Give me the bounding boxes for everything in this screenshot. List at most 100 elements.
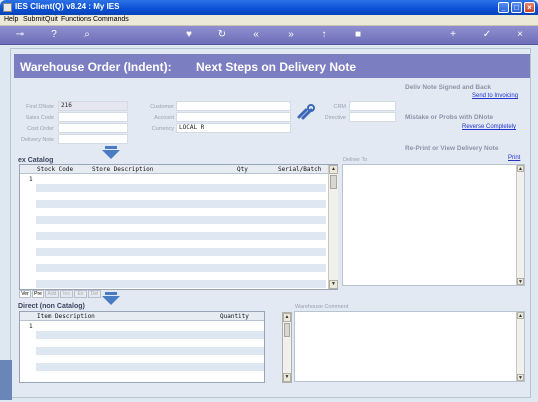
close-window-button[interactable]: × (524, 2, 535, 13)
page-banner: Warehouse Order (Indent): Next Steps on … (14, 54, 530, 78)
direct-scrollbar[interactable]: ▲ ▼ (282, 312, 292, 383)
row-number: 1 (29, 323, 33, 330)
tab-ex[interactable]: Ex (74, 290, 87, 298)
sales-code-field[interactable] (58, 112, 128, 122)
stop-icon[interactable]: ■ (351, 29, 365, 41)
tab-del[interactable]: Del (88, 290, 101, 298)
table-row[interactable] (36, 331, 264, 339)
tab-ins[interactable]: Ins (60, 290, 73, 298)
col-store-description: Store Description (92, 166, 154, 173)
col-serial-batch: Serial/Batch (278, 166, 322, 173)
maximize-button[interactable]: □ (511, 2, 522, 13)
tab-pre[interactable]: Pre (32, 290, 44, 298)
warehouse-comment-label: Warehouse Comment (295, 304, 349, 310)
table-row[interactable] (36, 264, 326, 272)
tab-add[interactable]: Add (45, 290, 59, 298)
scroll-thumb[interactable] (284, 323, 290, 337)
scroll-up-button[interactable]: ▲ (517, 312, 524, 319)
deliver-to-label: Deliver To (343, 157, 368, 163)
deliver-to-scrollbar[interactable]: ▲ ▼ (516, 165, 524, 285)
direct-grid-header: Item Description Quantity (20, 312, 264, 321)
catalog-grid: Stock Code Store Description Qty Serial/… (19, 164, 338, 290)
find-dnote-field[interactable]: 216 (58, 101, 128, 111)
minimize-button[interactable]: _ (498, 2, 509, 13)
scroll-up-button[interactable]: ▲ (329, 165, 338, 174)
send-to-invoicing-link[interactable]: Send to Invoicing (472, 93, 518, 99)
page-title: Warehouse Order (Indent): (20, 60, 172, 74)
currency-field[interactable]: LOCAL R (176, 123, 291, 133)
table-row[interactable] (36, 184, 326, 192)
scroll-down-button[interactable]: ▼ (517, 374, 524, 381)
account-label: Account (154, 115, 174, 121)
close-icon[interactable]: × (513, 29, 527, 41)
direct-title: Direct (non Catalog) (18, 303, 85, 310)
table-row[interactable] (36, 347, 264, 355)
refresh-icon[interactable]: ↻ (215, 29, 229, 41)
col-quantity: Quantity (220, 313, 249, 320)
menu-quit[interactable]: Quit (45, 16, 58, 23)
scroll-up-button[interactable]: ▲ (283, 313, 291, 322)
app-icon (3, 3, 12, 12)
delivery-note-field[interactable] (58, 134, 128, 144)
warehouse-comment-textbox[interactable]: ▲ ▼ (294, 311, 525, 382)
help-icon[interactable]: ? (47, 29, 61, 41)
page-subtitle: Next Steps on Delivery Note (196, 60, 357, 74)
directive-label: Directive (324, 115, 346, 121)
catalog-scrollbar[interactable]: ▲ ▼ (328, 165, 338, 289)
scroll-down-button[interactable]: ▼ (283, 373, 291, 382)
delivery-note-label: Delivery Note (20, 137, 54, 143)
crm-field[interactable] (349, 101, 396, 111)
crm-label: CRM (333, 104, 346, 110)
print-link[interactable]: Print (508, 155, 520, 161)
heart-icon[interactable]: ♥ (182, 29, 196, 41)
menu-submit[interactable]: Submit (23, 16, 45, 23)
ok-icon[interactable]: ✓ (480, 29, 494, 41)
scroll-up-button[interactable]: ▲ (517, 165, 524, 172)
menu-bar: Help Submit Quit Functions Commands (0, 15, 538, 26)
customer-label: Customer (150, 104, 174, 110)
menu-help[interactable]: Help (4, 16, 18, 23)
toolbar: ⊸ ? ⌕ ♥ ↻ « » ↑ ■ + ✓ × (0, 26, 538, 45)
search-icon[interactable]: ⌕ (80, 29, 94, 41)
side-panel-tab[interactable] (0, 360, 12, 400)
currency-label: Currency (151, 126, 174, 132)
account-field[interactable] (176, 112, 291, 122)
table-row[interactable] (36, 216, 326, 224)
link-icon[interactable] (297, 104, 315, 120)
menu-commands[interactable]: Commands (93, 16, 129, 23)
scroll-down-button[interactable]: ▼ (329, 280, 338, 289)
comment-scrollbar[interactable]: ▲ ▼ (516, 312, 524, 381)
sales-code-label: Sales Code (25, 115, 54, 121)
catalog-grid-header: Stock Code Store Description Qty Serial/… (20, 165, 337, 174)
cost-order-label: Cost Order (27, 126, 54, 132)
col-stock-code: Stock Code (37, 166, 74, 173)
row-number: 1 (29, 176, 33, 183)
table-row[interactable] (36, 248, 326, 256)
tab-ver[interactable]: Ver (19, 290, 31, 298)
col-qty: Qty (237, 166, 248, 173)
rewind-icon[interactable]: « (249, 29, 263, 41)
expand-arrow-icon[interactable] (101, 292, 121, 306)
scroll-thumb[interactable] (330, 175, 337, 189)
catalog-title: ex Catalog (18, 157, 54, 164)
add-icon[interactable]: + (446, 29, 460, 41)
cost-order-field[interactable] (58, 123, 128, 133)
table-row[interactable] (36, 280, 326, 288)
table-row[interactable] (36, 363, 264, 371)
menu-functions[interactable]: Functions (61, 16, 91, 23)
export-icon[interactable]: ↑ (317, 29, 331, 41)
deliver-to-textbox[interactable]: ▲ ▼ (342, 164, 525, 286)
direct-grid: Item Description Quantity 1 (19, 311, 265, 383)
key-icon[interactable]: ⊸ (10, 29, 30, 41)
expand-arrow-icon[interactable] (101, 146, 121, 160)
table-row[interactable] (36, 232, 326, 240)
customer-field[interactable] (176, 101, 291, 111)
table-row[interactable] (36, 200, 326, 208)
scroll-down-button[interactable]: ▼ (517, 278, 524, 285)
mistake-title: Mistake or Probs with DNote (405, 114, 494, 121)
signed-title: Deliv Note Signed and Back (405, 84, 491, 91)
col-item-description: Item Description (37, 313, 95, 320)
directive-field[interactable] (349, 112, 396, 122)
fast-forward-icon[interactable]: » (284, 29, 298, 41)
reverse-completely-link[interactable]: Reverse Completely (462, 124, 516, 130)
